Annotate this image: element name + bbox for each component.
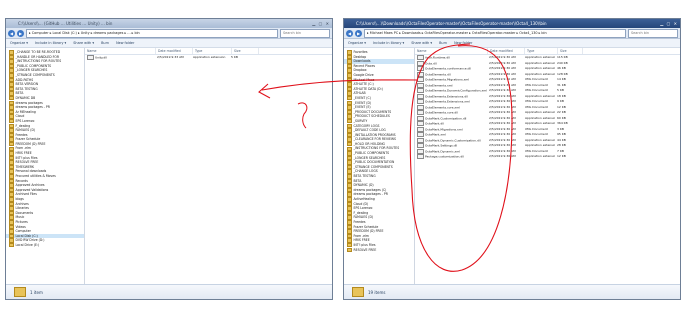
annotation-overlay xyxy=(258,43,513,272)
hand-drawn-circle xyxy=(409,43,513,272)
hand-drawn-squiggle xyxy=(297,102,308,129)
hand-drawn-arrowhead xyxy=(258,83,271,99)
hand-drawn-arrow xyxy=(261,79,419,91)
